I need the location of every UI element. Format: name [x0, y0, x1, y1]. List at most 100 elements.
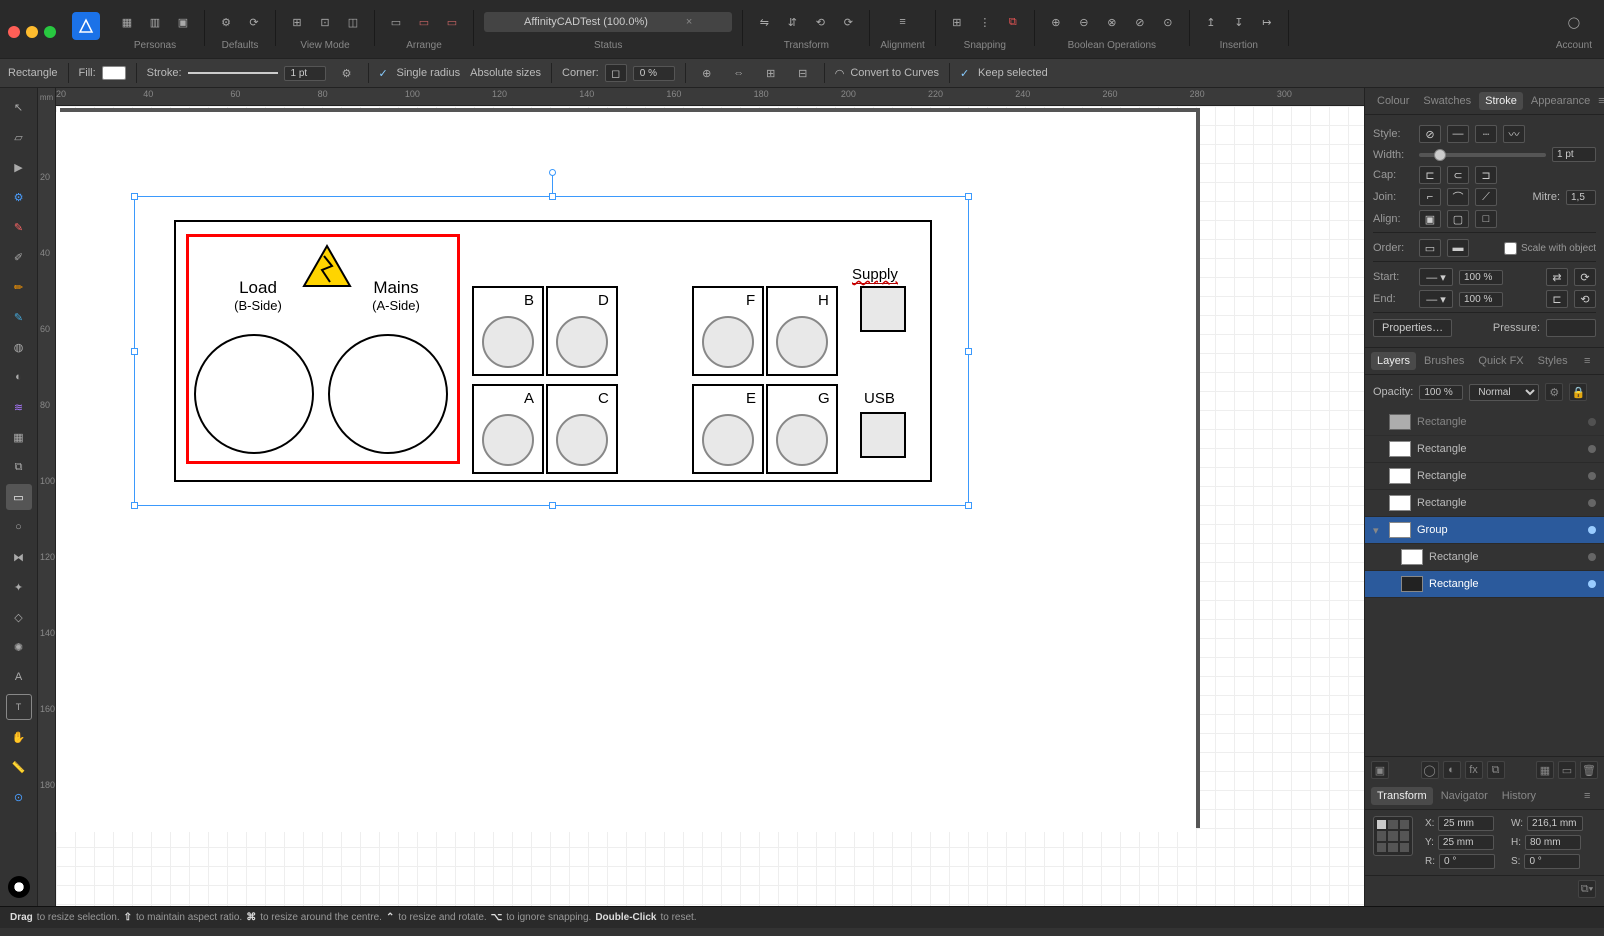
canvas[interactable]: Load (B-Side) Mains (A-Side) B D F H	[56, 106, 1364, 906]
pressure-profile-button[interactable]	[1546, 319, 1596, 337]
crop-tool[interactable]: ⧉	[6, 454, 32, 480]
stroke-settings-icon[interactable]: ⚙	[336, 62, 358, 84]
minimize-window-button[interactable]	[26, 26, 38, 38]
bool-sub-icon[interactable]: ⊖	[1073, 11, 1095, 33]
layer-item[interactable]: Rectangle	[1365, 571, 1604, 598]
diamond-tool[interactable]: ◇	[6, 604, 32, 630]
close-tab-icon[interactable]: ×	[686, 16, 692, 28]
join-miter-button[interactable]: ⌐	[1419, 188, 1441, 206]
alignment-icon[interactable]: ≡	[892, 11, 914, 33]
layer-item[interactable]: Rectangle	[1365, 544, 1604, 571]
transform-menu-icon[interactable]: ≡	[1584, 790, 1598, 802]
bool-div-icon[interactable]: ⊙	[1157, 11, 1179, 33]
bool-add-icon[interactable]: ⊕	[1045, 11, 1067, 33]
opacity-input[interactable]	[1419, 385, 1463, 400]
fullscreen-window-button[interactable]	[44, 26, 56, 38]
layer-crop-icon[interactable]: ⧉	[1487, 761, 1505, 779]
history-tab[interactable]: History	[1496, 787, 1542, 805]
keep-selected-toggle[interactable]: ✓ Keep selected	[960, 67, 1048, 79]
layer-fx-icon[interactable]: fx	[1465, 761, 1483, 779]
layers-tab[interactable]: Layers	[1371, 352, 1416, 370]
rotate-ccw-icon[interactable]: ⟲	[809, 11, 831, 33]
link-arrows-button[interactable]: ⟳	[1574, 268, 1596, 286]
corner-type-button[interactable]: ◻	[605, 64, 627, 82]
convert-to-curves-button[interactable]: ◠ Convert to Curves	[835, 67, 939, 80]
end-size-input[interactable]	[1459, 292, 1503, 307]
align-outside-button[interactable]: □	[1475, 210, 1497, 228]
usb-socket[interactable]	[860, 412, 906, 458]
add-pixel-layer-icon[interactable]: ▦	[1536, 761, 1554, 779]
supply-socket[interactable]	[860, 286, 906, 332]
stroke-tab[interactable]: Stroke	[1479, 92, 1523, 110]
star-tool[interactable]: ✦	[6, 574, 32, 600]
image-tool[interactable]: ▦	[6, 424, 32, 450]
document-tab[interactable]: AffinityCADTest (100.0%) ×	[484, 12, 732, 32]
node-tool[interactable]: ▱	[6, 124, 32, 150]
fill-swatch[interactable]	[102, 66, 126, 80]
order-behind-button[interactable]: ▭	[1419, 239, 1441, 257]
layer-item[interactable]: Rectangle	[1365, 490, 1604, 517]
gear-tool[interactable]: ⚙	[6, 184, 32, 210]
rotate-cw-icon[interactable]: ⟳	[837, 11, 859, 33]
arrange-forward-icon[interactable]: ▭	[441, 11, 463, 33]
account-icon[interactable]: ◯	[1563, 11, 1585, 33]
layer-item[interactable]: Rectangle	[1365, 463, 1604, 490]
transform-cycle-icon[interactable]: ⊞	[760, 62, 782, 84]
snap-toggle-icon[interactable]: ⧉	[1002, 11, 1024, 33]
place-arrow-button[interactable]: ⊏	[1546, 290, 1568, 308]
layer-cam-icon[interactable]: ▣	[1371, 761, 1389, 779]
r-input[interactable]	[1439, 854, 1495, 869]
rectangle-tool[interactable]: ▭	[6, 484, 32, 510]
style-solid-button[interactable]: —	[1447, 125, 1469, 143]
order-front-button[interactable]: ▬	[1447, 239, 1469, 257]
s-input[interactable]	[1524, 854, 1580, 869]
layer-mask-icon[interactable]: ◯	[1421, 761, 1439, 779]
stroke-properties-button[interactable]: Properties…	[1373, 319, 1452, 337]
transform-move-icon[interactable]: ⇔	[728, 62, 750, 84]
arrange-back-icon[interactable]: ▭	[413, 11, 435, 33]
smudge-tool[interactable]: ≋	[6, 394, 32, 420]
x-input[interactable]	[1438, 816, 1494, 831]
start-arrow-select[interactable]: — ▾	[1419, 268, 1453, 286]
chevron-down-icon[interactable]: ▾	[1373, 524, 1383, 537]
anchor-widget[interactable]	[1373, 816, 1413, 856]
defaults-revert-icon[interactable]: ⟳	[243, 11, 265, 33]
persona-export-icon[interactable]: ▣	[172, 11, 194, 33]
flip-v-icon[interactable]: ⇵	[781, 11, 803, 33]
transparency-tool[interactable]: ◐	[6, 364, 32, 390]
persona-pixel-icon[interactable]: ▥	[144, 11, 166, 33]
reset-arrows-button[interactable]: ⟲	[1574, 290, 1596, 308]
panel-menu-icon[interactable]: ≡	[1598, 95, 1604, 107]
align-inside-button[interactable]: ▢	[1447, 210, 1469, 228]
frame-text-tool[interactable]: T	[6, 694, 32, 720]
insert-inside-icon[interactable]: ↧	[1228, 11, 1250, 33]
cog-tool[interactable]: ✺	[6, 634, 32, 660]
quickfx-tab[interactable]: Quick FX	[1472, 352, 1529, 370]
brush-tool[interactable]: ✏	[6, 274, 32, 300]
transform-origin-icon[interactable]: ⊕	[696, 62, 718, 84]
colour-tab[interactable]: Colour	[1371, 92, 1415, 110]
ruler-vertical[interactable]: 20 40 60 80 100 120 140 160 180	[38, 106, 56, 906]
ruler-horizontal[interactable]: mm 20 40 60 80 100 120 140 160 180 200 2…	[38, 88, 1364, 106]
end-arrow-select[interactable]: — ▾	[1419, 290, 1453, 308]
mains-socket[interactable]	[328, 334, 448, 454]
layer-item[interactable]: Rectangle	[1365, 436, 1604, 463]
style-brush-button[interactable]: 〰	[1503, 125, 1525, 143]
layers-list[interactable]: Rectangle Rectangle Rectangle Rectangle …	[1365, 409, 1604, 756]
pencil-tool[interactable]: ✎	[6, 304, 32, 330]
stroke-width-slider[interactable]	[1419, 153, 1546, 157]
navigator-tab[interactable]: Navigator	[1435, 787, 1494, 805]
cap-butt-button[interactable]: ⊏	[1419, 166, 1441, 184]
cap-square-button[interactable]: ⊐	[1475, 166, 1497, 184]
layer-group-item[interactable]: ▾ Group	[1365, 517, 1604, 544]
arrange-layer-icon[interactable]: ▭	[385, 11, 407, 33]
insert-after-icon[interactable]: ↦	[1256, 11, 1278, 33]
transform-hide-icon[interactable]: ⊟	[792, 62, 814, 84]
snap-guides-icon[interactable]: ⋮	[974, 11, 996, 33]
defaults-sync-icon[interactable]: ⚙	[215, 11, 237, 33]
appearance-tab[interactable]: Appearance	[1525, 92, 1596, 110]
viewmode-pixel-icon[interactable]: ⊞	[286, 11, 308, 33]
style-dash-button[interactable]: ┄	[1475, 125, 1497, 143]
eyedropper-tool[interactable]: ✐	[6, 244, 32, 270]
styles-tab[interactable]: Styles	[1532, 352, 1574, 370]
